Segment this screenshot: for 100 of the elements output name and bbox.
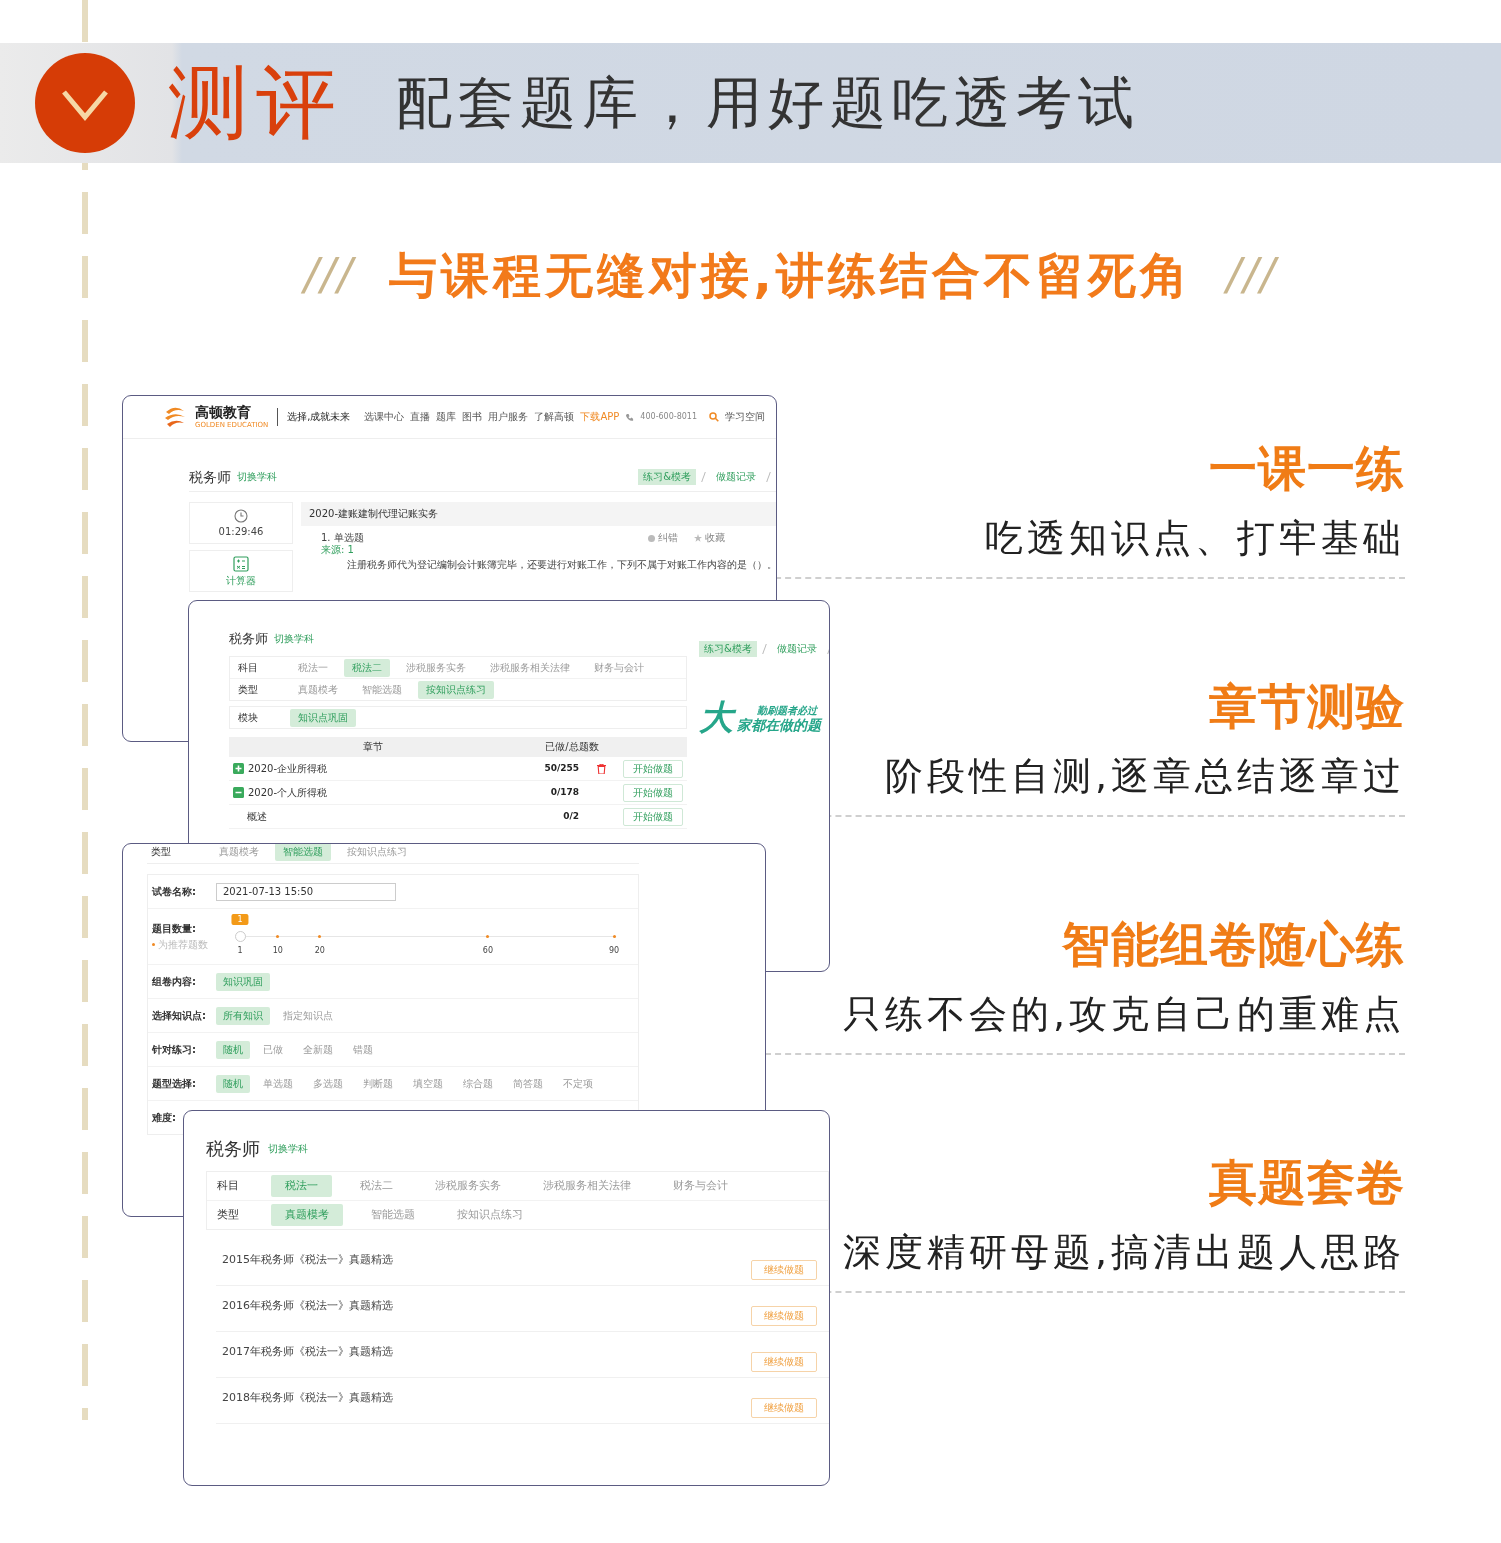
filter-option[interactable]: 智能选题 (357, 1204, 429, 1226)
filter-option[interactable]: 简答题 (506, 1074, 550, 1093)
question-text: 注册税务师代为登记编制会计账簿完毕，还要进行对账工作，下列不属于对账工作内容的是（）。 (347, 559, 776, 571)
continue-button[interactable]: 继续做题 (751, 1306, 817, 1326)
filter-option[interactable]: 涉税服务实务 (398, 658, 474, 677)
feature-title: 章节测验 (1209, 678, 1405, 734)
chapter-name: 2020-个人所得税 (248, 786, 329, 799)
slogan-text: 选择,成就未来 (287, 411, 351, 423)
column-header: 已做/总题数 (544, 741, 600, 753)
filter-label: 模块 (238, 711, 259, 724)
section-tab[interactable]: 练习&模考 (638, 469, 696, 485)
feature-description: 吃透知识点、打牢基础 (985, 515, 1405, 561)
filter-option[interactable]: 按知识点练习 (443, 1204, 537, 1226)
filter-option[interactable]: 真题模考 (271, 1204, 343, 1226)
switch-subject-link[interactable]: 切换学科 (268, 1143, 308, 1155)
filter-option[interactable]: 智能选题 (275, 844, 331, 861)
field-label: 针对练习: (152, 1043, 197, 1056)
start-practice-button[interactable]: 开始做题 (623, 807, 683, 826)
slogan-mark: 大 (699, 699, 737, 737)
continue-button[interactable]: 继续做题 (751, 1260, 817, 1280)
filter-option[interactable]: 涉税服务相关法律 (529, 1175, 645, 1197)
slogan-text: 勤刷题者必过 (757, 704, 819, 717)
field-label: 选择知识点: (152, 1009, 207, 1022)
question-source: 来源: 1 (321, 544, 355, 556)
continue-button[interactable]: 继续做题 (751, 1352, 817, 1372)
filter-option[interactable]: 多选题 (306, 1074, 350, 1093)
filter-option[interactable]: 智能选题 (354, 680, 410, 699)
nav-link[interactable]: 学习空间 (725, 411, 766, 423)
timer-text: 01:29:46 (218, 525, 264, 538)
filter-option[interactable]: 按知识点练习 (418, 680, 494, 699)
feature-description: 只练不会的,攻克自己的重难点 (842, 991, 1405, 1037)
filter-option[interactable]: 判断题 (356, 1074, 400, 1093)
feature-title: 真题套卷 (1209, 1154, 1405, 1210)
calculator-button[interactable]: 计算器 (189, 550, 293, 592)
filter-option[interactable]: 全新题 (296, 1040, 340, 1059)
field-label: 难度: (152, 1111, 177, 1124)
section-tab[interactable]: 做题记录 (771, 641, 822, 657)
subject-title: 税务师 (206, 1138, 260, 1160)
start-practice-button[interactable]: 开始做题 (623, 783, 683, 802)
question-count: 0/178 (549, 787, 579, 798)
filter-option[interactable]: 所有知识 (216, 1006, 270, 1025)
question-count: 0/2 (562, 811, 579, 822)
nav-link[interactable]: 了解高顿 (534, 411, 575, 423)
chapter-name: 2020-企业所得税 (248, 762, 329, 775)
filter-option[interactable]: 填空题 (406, 1074, 450, 1093)
subject-title: 税务师 (189, 468, 231, 486)
filter-option[interactable]: 错题 (346, 1040, 380, 1059)
filter-option[interactable]: 税法二 (344, 658, 390, 677)
filter-option[interactable]: 不定项 (556, 1074, 600, 1093)
question-type: 1. 单选题 (321, 532, 364, 544)
nav-link[interactable]: 图书 (462, 411, 483, 423)
section-tab[interactable]: 练习&模考 (699, 641, 757, 657)
filter-option[interactable]: 税法一 (271, 1175, 332, 1197)
switch-subject-link[interactable]: 切换学科 (237, 471, 277, 483)
decorative-slashes: /// (303, 253, 355, 297)
paper-name-field[interactable]: 2021-07-13 15:50 (216, 882, 396, 901)
filter-option[interactable]: 已做 (256, 1040, 290, 1059)
value-bubble: 1 (231, 913, 249, 926)
filter-option[interactable]: 涉税服务实务 (421, 1175, 515, 1197)
filter-option[interactable]: 综合题 (456, 1074, 500, 1093)
question-action-button[interactable]: 纠错 (642, 532, 684, 544)
start-practice-button[interactable]: 开始做题 (623, 759, 683, 778)
filter-option[interactable]: 单选题 (256, 1074, 300, 1093)
section-tab[interactable]: 做题记录 (711, 469, 761, 485)
filter-option[interactable]: 随机 (216, 1040, 250, 1059)
field-label: 试卷名称: (152, 885, 197, 898)
filter-option[interactable]: 随机 (216, 1074, 250, 1093)
nav-link[interactable]: 题库 (436, 411, 457, 423)
nav-link[interactable]: 直播 (410, 411, 431, 423)
filter-option[interactable]: 涉税服务相关法律 (482, 658, 578, 677)
brand-name: 高顿教育 (195, 405, 252, 421)
tick-label: 10 (272, 945, 283, 956)
question-action-button[interactable]: 收藏 (688, 532, 731, 544)
field-label: 组卷内容: (152, 975, 197, 988)
question-count: 50/255 (543, 763, 579, 774)
filter-option[interactable]: 税法二 (346, 1175, 407, 1197)
filter-option[interactable]: 按知识点练习 (339, 844, 415, 861)
nav-link[interactable]: 下载APP (580, 411, 620, 423)
filter-option[interactable]: 财务与会计 (659, 1175, 742, 1197)
continue-button[interactable]: 继续做题 (751, 1398, 817, 1418)
switch-subject-link[interactable]: 切换学科 (274, 633, 314, 645)
filter-option[interactable]: 知识点巩固 (290, 708, 356, 727)
hint-text: 为推荐题数 (158, 938, 208, 951)
filter-option[interactable]: 财务与会计 (586, 658, 652, 677)
feature-description: 深度精研母题,搞清出题人思路 (842, 1229, 1405, 1275)
filter-option[interactable]: 真题模考 (290, 680, 346, 699)
tick-label: 20 (314, 945, 325, 956)
filter-option[interactable]: 真题模考 (211, 844, 267, 861)
paper-title: 2017年税务师《税法一》真题精选 (221, 1344, 393, 1360)
slogan-text: 家都在做的题 (737, 716, 824, 733)
nav-link[interactable]: 用户服务 (488, 411, 529, 423)
filter-option[interactable]: 知识巩固 (216, 972, 270, 991)
paper-title: 2018年税务师《税法一》真题精选 (221, 1390, 393, 1406)
tick-label: 90 (608, 945, 620, 956)
feature-title: 智能组卷随心练 (1062, 916, 1405, 972)
nav-link[interactable]: 选课中心 (364, 411, 405, 423)
section-heading: 配套题库，用好题吃透考试 (396, 75, 1140, 131)
phone-number: 400-600-8011 (640, 412, 698, 422)
chapter-name: 概述 (247, 810, 268, 823)
filter-option[interactable]: 指定知识点 (276, 1006, 340, 1025)
